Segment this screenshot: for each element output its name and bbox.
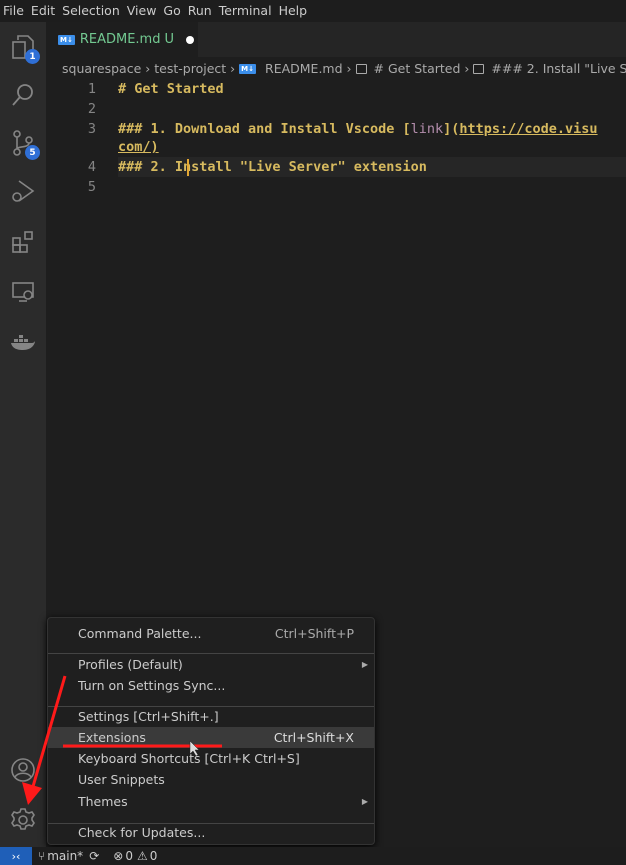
annotation-overlay [22, 675, 222, 805]
warning-count[interactable]: 0 [150, 849, 158, 863]
arrow-annotation [30, 675, 67, 791]
remote-indicator-icon[interactable]: ›‹ [0, 847, 32, 865]
branch-icon: ⑂ [38, 849, 46, 863]
arrow-head-annotation [22, 782, 42, 805]
status-bar: ›‹ ⑂ main* ⟳ ⊗ 0 ⚠ 0 [0, 847, 626, 865]
mouse-pointer-icon [189, 740, 200, 757]
sync-icon[interactable]: ⟳ [89, 849, 99, 863]
error-count[interactable]: 0 [125, 849, 133, 863]
warning-icon[interactable]: ⚠ [137, 849, 148, 863]
error-icon[interactable]: ⊗ [113, 849, 123, 863]
branch-name[interactable]: main* [47, 849, 83, 863]
